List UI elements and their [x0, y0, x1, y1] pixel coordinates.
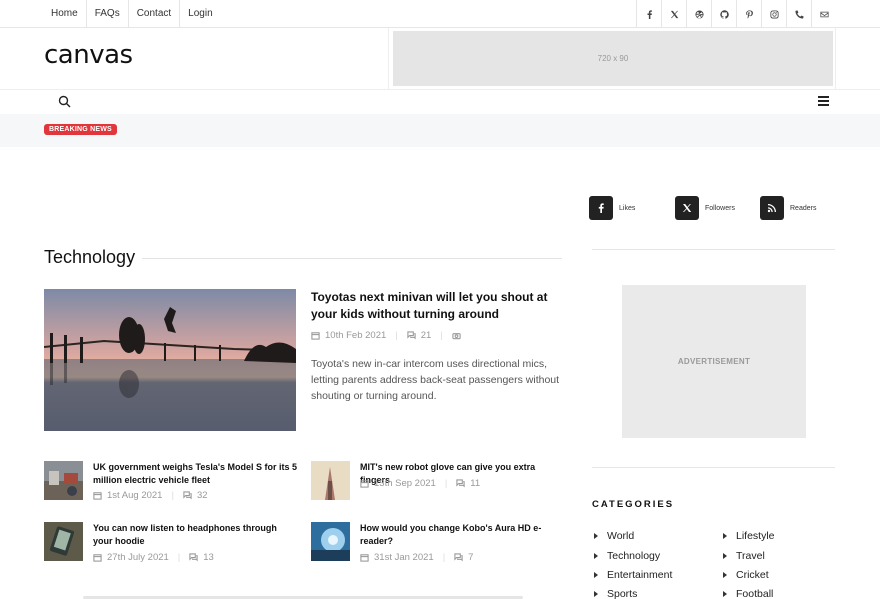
- instagram-icon[interactable]: [762, 0, 787, 28]
- pinterest-icon[interactable]: [737, 0, 762, 28]
- calendar-icon: [360, 480, 369, 488]
- x-icon[interactable]: [662, 0, 687, 28]
- nav-login[interactable]: Login: [180, 0, 220, 28]
- comments-icon: [189, 553, 198, 562]
- nav-faqs[interactable]: FAQs: [87, 0, 129, 28]
- comments-icon: [407, 331, 416, 340]
- sidebar-divider: [592, 467, 835, 468]
- comments-icon: [456, 479, 465, 488]
- facebook-icon: [589, 196, 613, 220]
- category-cricket[interactable]: Cricket: [723, 569, 769, 581]
- post-meta: 31st Jan 2021 | 7: [360, 552, 473, 563]
- sidebar-divider: [592, 249, 835, 250]
- post-thumbnail[interactable]: [44, 522, 83, 561]
- post-meta: 13th Sep 2021 | 11: [360, 478, 480, 489]
- social-counter-x[interactable]: Followers: [675, 196, 735, 220]
- category-travel[interactable]: Travel: [723, 550, 765, 562]
- category-entertainment[interactable]: Entertainment: [594, 569, 672, 581]
- sidebar-advertisement[interactable]: ADVERTISEMENT: [622, 285, 806, 438]
- category-world[interactable]: World: [594, 530, 634, 542]
- facebook-icon[interactable]: [637, 0, 662, 28]
- section-divider: [142, 258, 562, 259]
- featured-image[interactable]: [44, 289, 296, 431]
- featured-title[interactable]: Toyotas next minivan will let you shout …: [311, 289, 561, 323]
- rss-icon: [760, 196, 784, 220]
- featured-date: 10th Feb 2021: [311, 330, 386, 341]
- banner-size-label: 720 x 90: [597, 54, 629, 63]
- calendar-icon: [360, 554, 369, 562]
- list-item[interactable]: MIT's new robot glove can give you extra…: [311, 461, 571, 506]
- top-nav: Home FAQs Contact Login: [43, 0, 221, 28]
- featured-meta: 10th Feb 2021 | 21 |: [311, 330, 466, 341]
- menu-bar: [0, 90, 880, 114]
- featured-comments-count: 21: [420, 330, 432, 341]
- email-icon[interactable]: [812, 0, 837, 28]
- post-comments[interactable]: 13: [203, 552, 214, 563]
- post-title[interactable]: You can now listen to headphones through…: [93, 522, 298, 548]
- calendar-icon: [93, 554, 102, 562]
- menu-icon[interactable]: [818, 96, 829, 107]
- comments-icon: [183, 491, 192, 500]
- nav-home[interactable]: Home: [43, 0, 87, 28]
- post-thumbnail[interactable]: [311, 522, 350, 561]
- breaking-news-bar: BREAKING NEWS: [0, 114, 880, 147]
- post-comments[interactable]: 11: [470, 478, 480, 489]
- post-comments[interactable]: 32: [197, 490, 208, 501]
- dribbble-icon[interactable]: [687, 0, 712, 28]
- post-date: 31st Jan 2021: [374, 552, 434, 563]
- post-comments[interactable]: 7: [468, 552, 473, 563]
- post-meta: 1st Aug 2021 | 32: [93, 490, 208, 501]
- site-header: canvas 720 x 90: [0, 28, 880, 90]
- x-icon: [675, 196, 699, 220]
- advertisement-label: ADVERTISEMENT: [677, 357, 751, 366]
- site-logo[interactable]: canvas: [44, 40, 133, 70]
- nav-contact[interactable]: Contact: [129, 0, 181, 28]
- category-football[interactable]: Football: [723, 588, 773, 599]
- list-item[interactable]: You can now listen to headphones through…: [44, 522, 304, 567]
- post-title[interactable]: How would you change Kobo's Aura HD e-re…: [360, 522, 565, 548]
- banner-ad[interactable]: 720 x 90: [393, 31, 833, 86]
- post-title[interactable]: UK government weighs Tesla's Model S for…: [93, 461, 298, 487]
- camera-icon: [452, 331, 466, 340]
- social-counter-label: Followers: [705, 204, 735, 212]
- calendar-icon: [93, 492, 102, 500]
- category-technology[interactable]: Technology: [594, 550, 660, 562]
- header-divider: [388, 28, 389, 90]
- search-icon[interactable]: [58, 95, 71, 108]
- calendar-icon: [311, 332, 320, 340]
- social-counter-facebook[interactable]: Likes: [589, 196, 635, 220]
- list-item[interactable]: How would you change Kobo's Aura HD e-re…: [311, 522, 571, 567]
- featured-date-text: 10th Feb 2021: [325, 330, 387, 341]
- social-counter-label: Likes: [619, 204, 636, 212]
- category-lifestyle[interactable]: Lifestyle: [723, 530, 775, 542]
- social-counter-label: Readers: [790, 204, 817, 212]
- social-counter-rss[interactable]: Readers: [760, 196, 816, 220]
- post-date: 13th Sep 2021: [374, 478, 436, 489]
- comments-icon: [454, 553, 463, 562]
- featured-excerpt: Toyota's new in-car intercom uses direct…: [311, 358, 560, 402]
- post-date: 1st Aug 2021: [107, 490, 163, 501]
- post-thumbnail[interactable]: [44, 461, 83, 500]
- top-bar: Home FAQs Contact Login: [0, 0, 880, 28]
- post-meta: 27th July 2021 | 13: [93, 552, 214, 563]
- header-divider-right: [835, 28, 836, 90]
- list-item[interactable]: UK government weighs Tesla's Model S for…: [44, 461, 304, 506]
- post-thumbnail[interactable]: [311, 461, 350, 500]
- breaking-news-badge: BREAKING NEWS: [44, 124, 117, 135]
- featured-comments[interactable]: 21: [407, 330, 432, 341]
- categories-title: CATEGORIES: [592, 499, 675, 510]
- category-sports[interactable]: Sports: [594, 588, 637, 599]
- github-icon[interactable]: [712, 0, 737, 28]
- section-title: Technology: [44, 247, 136, 267]
- phone-icon[interactable]: [787, 0, 812, 28]
- social-links: [636, 0, 837, 28]
- post-date: 27th July 2021: [107, 552, 169, 563]
